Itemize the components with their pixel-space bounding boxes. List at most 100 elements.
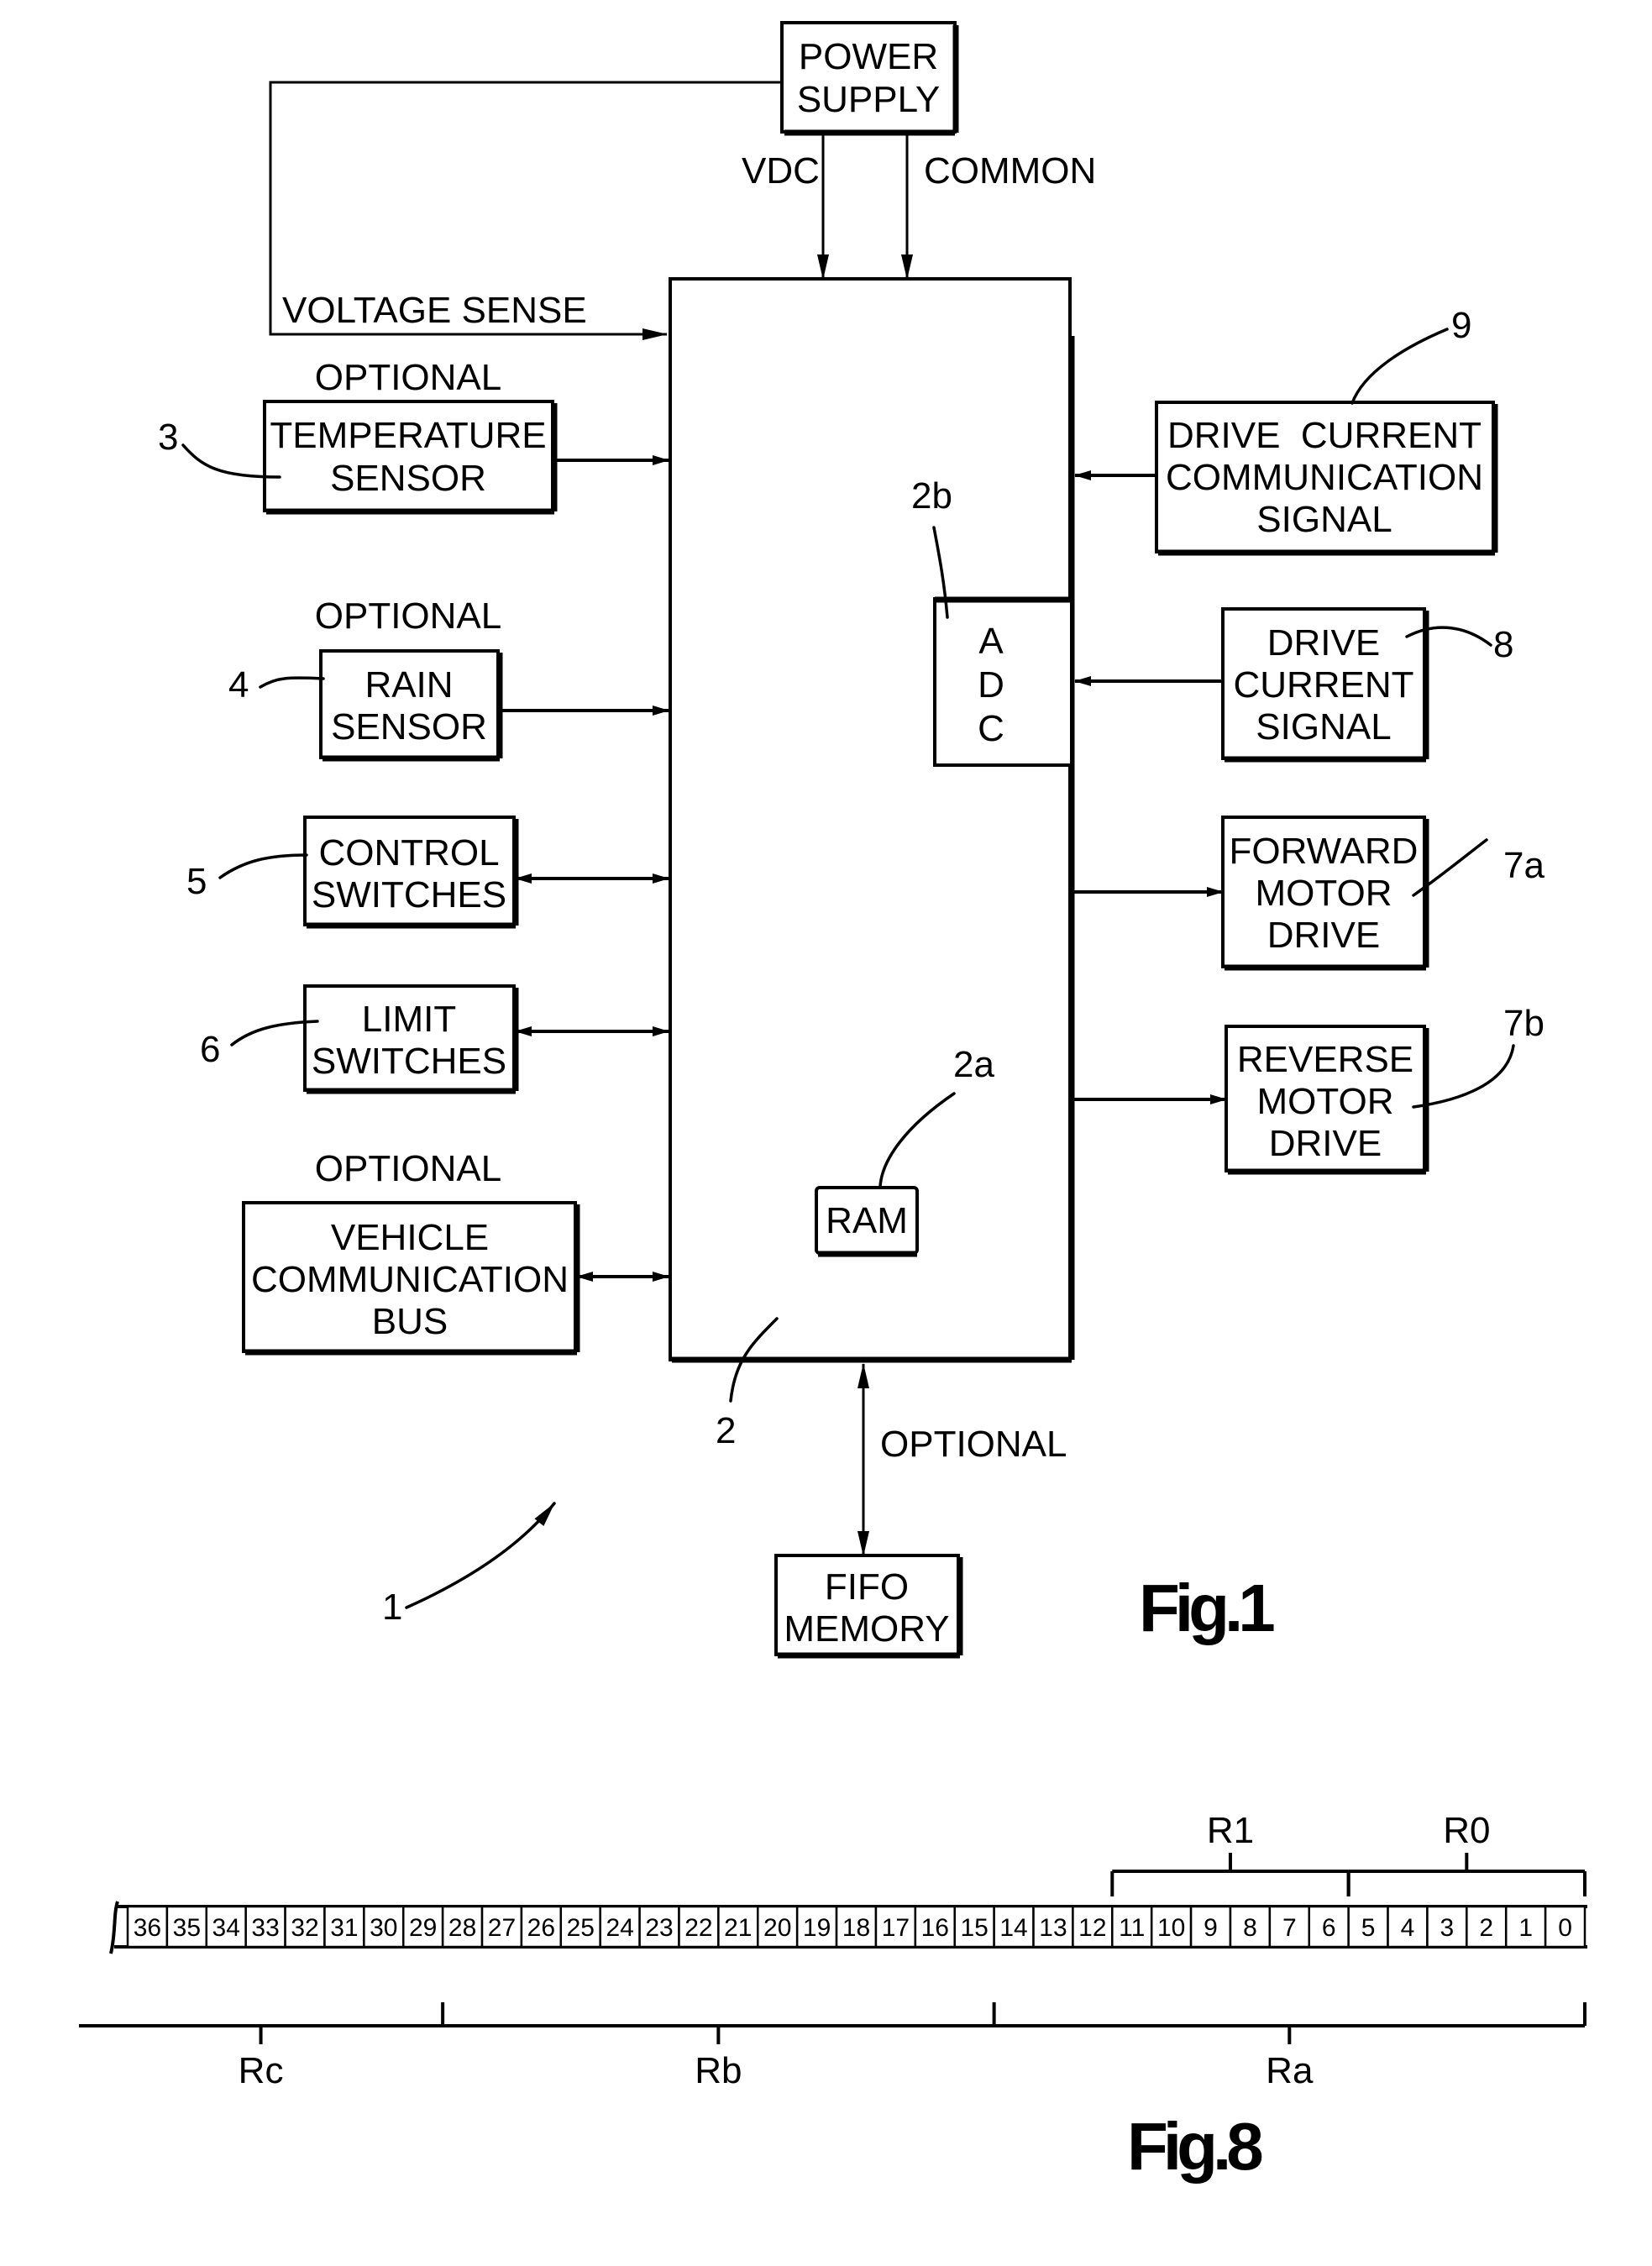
register-cells: 36 35 34 33 32 31 30 29 28 27 26 25 24 23 22 21 20 19 18 17… bbox=[126, 1905, 1586, 1949]
register-bit-label: 16 bbox=[921, 1914, 949, 1942]
drive-current-signal-line-3: SIGNAL bbox=[1256, 706, 1391, 747]
ref-4-leader bbox=[259, 676, 325, 689]
register-bit-label: 31 bbox=[330, 1914, 358, 1942]
temperature-line-1: TEMPERATURE bbox=[270, 415, 546, 456]
register-bit-label: 13 bbox=[1039, 1914, 1067, 1942]
ref-8: 8 bbox=[1493, 624, 1513, 665]
register-brackets: R1 R0 Rc Rb Ra bbox=[79, 1810, 1586, 2091]
adc-letter-a: A bbox=[978, 621, 1004, 662]
ref-1-leader bbox=[405, 1502, 556, 1609]
register-bit-label: 20 bbox=[763, 1914, 791, 1942]
vdc-label: VDC bbox=[742, 150, 820, 191]
ref-2b: 2b bbox=[911, 475, 952, 517]
power-supply-line-2: SUPPLY bbox=[797, 79, 940, 120]
forward-motor-line-3: DRIVE bbox=[1267, 915, 1380, 956]
forward-motor-drive-block[interactable]: FORWARD MOTOR DRIVE bbox=[1221, 816, 1429, 971]
ref-2a: 2a bbox=[953, 1044, 994, 1085]
drive-current-comm-line-1: DRIVE CURRENT bbox=[1167, 415, 1482, 456]
register-bit-label: 34 bbox=[212, 1914, 240, 1942]
ref-7b: 7b bbox=[1503, 1003, 1544, 1044]
ref-7a: 7a bbox=[1503, 845, 1544, 886]
bracket-rc-label: Rc bbox=[239, 2050, 284, 2091]
register-bit-label: 6 bbox=[1322, 1914, 1336, 1942]
register-bit-label: 26 bbox=[527, 1914, 555, 1942]
register-bit-label: 28 bbox=[448, 1914, 476, 1942]
drive-current-signal-block[interactable]: DRIVE CURRENT SIGNAL bbox=[1221, 607, 1429, 763]
figure-8-caption: Fig.8 bbox=[1127, 2109, 1262, 2184]
ram-block[interactable]: RAM bbox=[815, 1186, 919, 1257]
register-bit-label: 30 bbox=[370, 1914, 397, 1942]
power-supply-block[interactable]: POWER SUPPLY bbox=[780, 21, 959, 136]
register-bit-label: 36 bbox=[134, 1914, 161, 1942]
forward-motor-line-2: MOTOR bbox=[1256, 873, 1392, 914]
limit-switches-block[interactable]: LIMIT SWITCHES bbox=[303, 984, 519, 1094]
register-bit-label: 19 bbox=[803, 1914, 831, 1942]
drive-current-comm-line-2: COMMUNICATION bbox=[1166, 457, 1483, 498]
register-bit-label: 17 bbox=[882, 1914, 910, 1942]
control-switches-block[interactable]: CONTROL SWITCHES bbox=[303, 816, 519, 929]
register-bit-label: 14 bbox=[999, 1914, 1027, 1942]
common-label: COMMON bbox=[924, 150, 1096, 191]
rain-sensor-block[interactable]: RAIN SENSOR bbox=[319, 649, 503, 762]
fifo-line-1: FIFO bbox=[825, 1566, 909, 1608]
register-bit-label: 27 bbox=[488, 1914, 516, 1942]
register-bit-label: 15 bbox=[960, 1914, 988, 1942]
ref-1: 1 bbox=[382, 1587, 402, 1628]
register-bit-label: 0 bbox=[1558, 1914, 1572, 1942]
vehicle-line-2: COMMUNICATION bbox=[251, 1259, 569, 1300]
limit-switches-line-2: SWITCHES bbox=[312, 1041, 506, 1082]
register-bit-label: 12 bbox=[1078, 1914, 1106, 1942]
drive-current-signal-line-1: DRIVE bbox=[1267, 622, 1380, 664]
ram-label: RAM bbox=[826, 1200, 908, 1241]
vehicle-line-3: BUS bbox=[372, 1301, 448, 1342]
drive-current-comm-block[interactable]: DRIVE CURRENT COMMUNICATION SIGNAL bbox=[1155, 401, 1498, 556]
power-supply-line-1: POWER bbox=[799, 36, 938, 77]
ref-6: 6 bbox=[200, 1029, 220, 1070]
register-bit-label: 23 bbox=[645, 1914, 673, 1942]
limit-switches-line-1: LIMIT bbox=[362, 999, 456, 1040]
ref-4: 4 bbox=[228, 664, 249, 706]
bracket-r1-label: R1 bbox=[1207, 1810, 1254, 1851]
drive-current-signal-line-2: CURRENT bbox=[1233, 664, 1413, 706]
register-bit-label: 5 bbox=[1361, 1914, 1376, 1942]
temperature-line-2: SENSOR bbox=[330, 458, 486, 499]
ref-5: 5 bbox=[186, 861, 207, 902]
vehicle-line-1: VEHICLE bbox=[331, 1217, 489, 1258]
register-bit-label: 29 bbox=[409, 1914, 437, 1942]
reverse-motor-drive-block[interactable]: REVERSE MOTOR DRIVE bbox=[1225, 1025, 1429, 1175]
patent-drawing: POWER SUPPLY VDC COMMON VOLTAGE SENSE A … bbox=[79, 21, 1587, 2184]
control-switches-line-2: SWITCHES bbox=[312, 874, 506, 915]
rain-line-1: RAIN bbox=[364, 664, 453, 706]
voltage-sense-label: VOLTAGE SENSE bbox=[282, 290, 587, 331]
adc-block[interactable]: A D C bbox=[933, 596, 1073, 767]
rain-optional-label: OPTIONAL bbox=[315, 595, 502, 637]
ref-2: 2 bbox=[716, 1410, 736, 1451]
register-bit-label: 33 bbox=[251, 1914, 279, 1942]
rain-line-2: SENSOR bbox=[331, 706, 487, 747]
register-bit-label: 24 bbox=[606, 1914, 633, 1942]
bracket-r0-label: R0 bbox=[1443, 1810, 1490, 1851]
ref-3: 3 bbox=[158, 417, 178, 458]
temperature-optional-label: OPTIONAL bbox=[315, 357, 502, 398]
register-bit-label: 3 bbox=[1440, 1914, 1455, 1942]
fifo-line-2: MEMORY bbox=[784, 1608, 949, 1650]
register-bit-label: 11 bbox=[1119, 1914, 1145, 1942]
register-bit-label: 10 bbox=[1157, 1914, 1185, 1942]
vehicle-bus-block[interactable]: VEHICLE COMMUNICATION BUS bbox=[242, 1201, 580, 1356]
control-switches-line-1: CONTROL bbox=[318, 832, 499, 873]
fifo-memory-block[interactable]: FIFO MEMORY bbox=[774, 1554, 963, 1659]
adc-letter-d: D bbox=[978, 664, 1004, 706]
register-bit-label: 25 bbox=[567, 1914, 595, 1942]
register-bit-label: 21 bbox=[724, 1914, 752, 1942]
forward-motor-line-1: FORWARD bbox=[1230, 831, 1419, 872]
adc-letter-c: C bbox=[978, 708, 1004, 749]
bracket-ra-label: Ra bbox=[1266, 2050, 1314, 2091]
reverse-motor-line-2: MOTOR bbox=[1257, 1081, 1394, 1122]
register-bit-label: 4 bbox=[1401, 1914, 1415, 1942]
register-bit-label: 8 bbox=[1243, 1914, 1257, 1942]
register-bit-label: 1 bbox=[1518, 1914, 1533, 1942]
temperature-sensor-block[interactable]: TEMPERATURE SENSOR bbox=[263, 400, 558, 515]
figure-1: POWER SUPPLY VDC COMMON VOLTAGE SENSE A … bbox=[158, 21, 1544, 1659]
figure-1-caption: Fig.1 bbox=[1139, 1571, 1274, 1645]
ref-9: 9 bbox=[1451, 305, 1471, 346]
